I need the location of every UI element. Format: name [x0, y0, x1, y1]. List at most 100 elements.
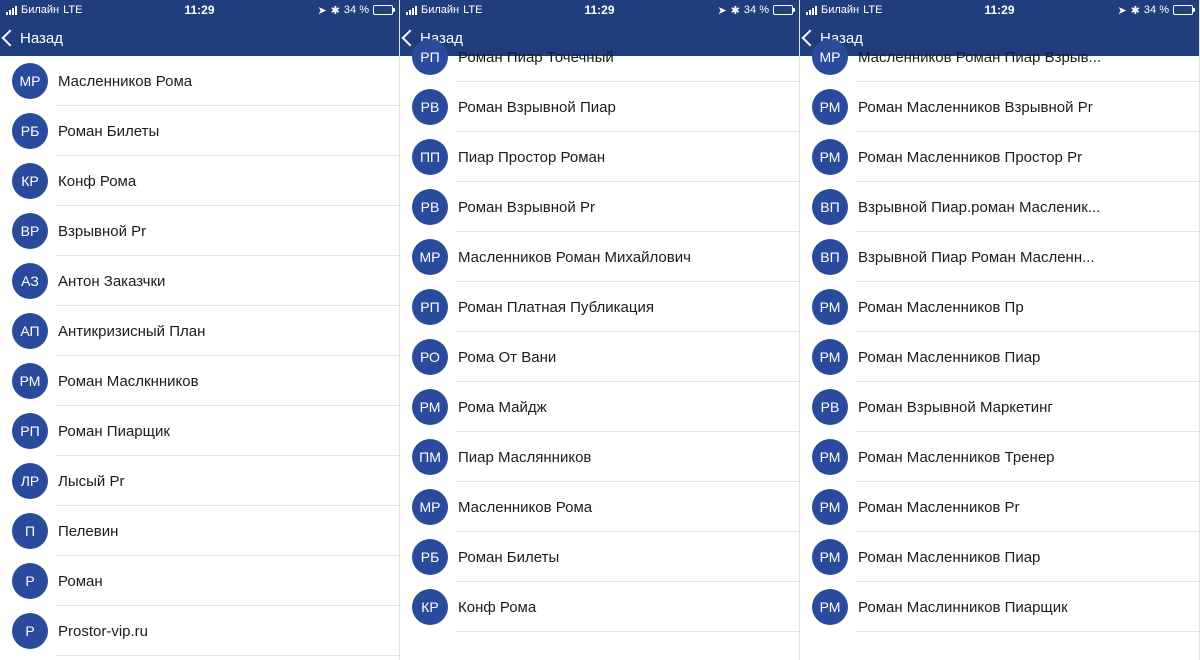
carrier-label: Билайн	[821, 4, 859, 16]
contact-name: Пиар Маслянников	[458, 449, 799, 466]
contact-row[interactable]: ЛР Лысый Pr	[0, 456, 399, 506]
avatar: РП	[12, 413, 48, 449]
contact-row[interactable]: РМРоман Маслкнников	[0, 356, 399, 406]
contact-row[interactable]: РП Роман Пиарщик	[0, 406, 399, 456]
avatar: РО	[412, 339, 448, 375]
contact-row[interactable]: РМ Роман Масленников Взрывной Pr	[800, 82, 1199, 132]
contact-name: Роман Взрывной Pr	[458, 199, 799, 216]
avatar: РМ	[812, 289, 848, 325]
avatar: РМ	[812, 139, 848, 175]
contact-row[interactable]: РРоман	[0, 556, 399, 606]
contact-row[interactable]: РВ Роман Взрывной Pr	[400, 182, 799, 232]
contact-row[interactable]: РВ Роман Взрывной Маркетинг	[800, 382, 1199, 432]
contact-row[interactable]: РПРоман Пиар Точечный	[400, 32, 799, 82]
avatar: РВ	[412, 189, 448, 225]
contact-name: Роман Масленников Простор Pr	[858, 149, 1199, 166]
contact-row[interactable]: АЗ Антон Заказчки	[0, 256, 399, 306]
avatar: ЛР	[12, 463, 48, 499]
contact-name: Роман Билеты	[458, 549, 799, 566]
phone-screen-3: Билайн LTE 11:29 ➤ ✱ 34 % Назад МРМаслен…	[800, 0, 1200, 660]
avatar: РМ	[812, 539, 848, 575]
contact-list[interactable]: МРМасленников РомаРБРоман Билеты КР Конф Р…	[0, 56, 399, 656]
avatar: КР	[12, 163, 48, 199]
clock: 11:29	[984, 3, 1014, 17]
contact-name: Роман Масленников Пиар	[858, 349, 1199, 366]
contact-row[interactable]: ВРВзрывной Pr	[0, 206, 399, 256]
avatar: РП	[412, 39, 448, 75]
contact-row[interactable]: МРМасленников Рома	[0, 56, 399, 106]
contact-row[interactable]: РОРома От Вани	[400, 332, 799, 382]
avatar: МР	[412, 489, 448, 525]
contact-name: Лысый Pr	[58, 473, 399, 490]
contact-name: Конф Рома	[458, 599, 799, 616]
contact-name: Пелевин	[58, 523, 399, 540]
clock: 11:29	[184, 3, 214, 17]
contact-name: Взрывной Пиар.роман Масленик...	[858, 199, 1199, 216]
nav-bar: Назад	[0, 20, 399, 56]
contact-row[interactable]: РProstor-vip.ru	[0, 606, 399, 656]
location-icon: ➤	[717, 4, 726, 17]
contact-row[interactable]: ПППиар Простор Роман	[400, 132, 799, 182]
location-icon: ➤	[317, 4, 326, 17]
contact-row[interactable]: РМ Рома Майдж	[400, 382, 799, 432]
battery-icon	[373, 5, 393, 15]
battery-pct: 34 %	[744, 4, 769, 16]
avatar: ПП	[412, 139, 448, 175]
avatar: АЗ	[12, 263, 48, 299]
contact-row[interactable]: ППелевин	[0, 506, 399, 556]
avatar: МР	[812, 39, 848, 75]
avatar: РМ	[412, 389, 448, 425]
clock: 11:29	[584, 3, 614, 17]
avatar: РБ	[12, 113, 48, 149]
contact-row[interactable]: МР Масленников Роман Михайлович	[400, 232, 799, 282]
avatar: ВП	[812, 189, 848, 225]
bluetooth-icon: ✱	[731, 4, 740, 17]
contact-row[interactable]: РБРоман Билеты	[0, 106, 399, 156]
contact-row[interactable]: МРМасленников Рома	[400, 482, 799, 532]
contact-row[interactable]: ВП Взрывной Пиар.роман Масленик...	[800, 182, 1199, 232]
carrier-label: Билайн	[421, 4, 459, 16]
network-label: LTE	[463, 4, 482, 16]
back-label: Назад	[20, 30, 63, 47]
back-button[interactable]: Назад	[4, 30, 63, 47]
contact-name: Роман Масленников Пр	[858, 299, 1199, 316]
carrier-label: Билайн	[21, 4, 59, 16]
contact-row[interactable]: РМРоман Маслинников Пиарщик	[800, 582, 1199, 632]
contact-row[interactable]: РМРоман Масленников Тренер	[800, 432, 1199, 482]
avatar: РМ	[812, 89, 848, 125]
avatar: РВ	[812, 389, 848, 425]
network-label: LTE	[863, 4, 882, 16]
contact-name: Конф Рома	[58, 173, 399, 190]
contact-row[interactable]: РМРоман Масленников Pr	[800, 482, 1199, 532]
contact-row[interactable]: РМРоман Масленников Пиар	[800, 332, 1199, 382]
avatar: РВ	[412, 89, 448, 125]
contact-row[interactable]: РМ Роман Масленников Простор Pr	[800, 132, 1199, 182]
contact-name: Роман Взрывной Пиар	[458, 99, 799, 116]
contact-row[interactable]: АПАнтикризисный План	[0, 306, 399, 356]
contact-list[interactable]: РПРоман Пиар Точечный РВ Роман Взрывной Пи…	[400, 32, 799, 632]
avatar: РМ	[812, 589, 848, 625]
location-icon: ➤	[1117, 4, 1126, 17]
contact-row[interactable]: РВ Роман Взрывной Пиар	[400, 82, 799, 132]
avatar: РП	[412, 289, 448, 325]
avatar: МР	[412, 239, 448, 275]
contact-row[interactable]: МР Масленников Роман Пиар Взрыв...	[800, 32, 1199, 82]
contact-name: Масленников Роман Пиар Взрыв...	[858, 49, 1199, 66]
contact-row[interactable]: РПРоман Платная Публикация	[400, 282, 799, 332]
contact-row[interactable]: РМРоман Масленников Пиар	[800, 532, 1199, 582]
contact-name: Рома Майдж	[458, 399, 799, 416]
contact-list[interactable]: МРМасленников Роман Пиар Взрыв...РМРоман…	[800, 32, 1199, 632]
contact-name: Роман Взрывной Маркетинг	[858, 399, 1199, 416]
contact-row[interactable]: КР Конф Рома	[0, 156, 399, 206]
contact-name: Роман Пиарщик	[58, 423, 399, 440]
contact-row[interactable]: РБРоман Билеты	[400, 532, 799, 582]
contact-name: Взрывной Пиар Роман Масленн...	[858, 249, 1199, 266]
signal-icon	[406, 6, 417, 15]
contact-row[interactable]: РМ Роман Масленников Пр	[800, 282, 1199, 332]
contact-name: Масленников Роман Михайлович	[458, 249, 799, 266]
contact-name: Антон Заказчки	[58, 273, 399, 290]
contact-row[interactable]: ПМПиар Маслянников	[400, 432, 799, 482]
contact-row[interactable]: КРКонф Рома	[400, 582, 799, 632]
contact-row[interactable]: ВПВзрывной Пиар Роман Масленн...	[800, 232, 1199, 282]
contact-name: Роман Масленников Взрывной Pr	[858, 99, 1199, 116]
